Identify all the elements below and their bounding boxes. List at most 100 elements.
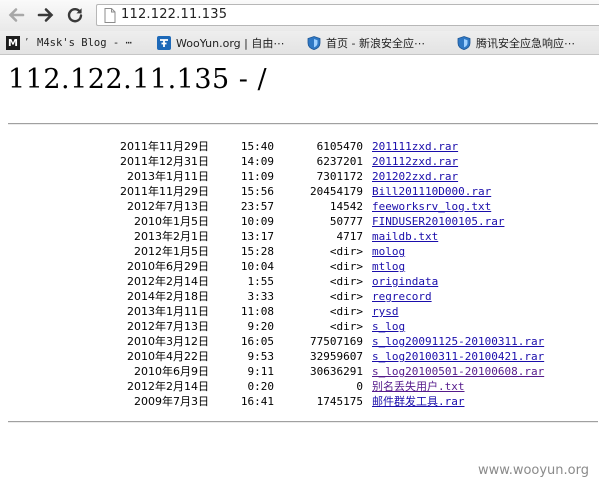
entry-link[interactable]: mtlog (372, 259, 405, 274)
entry-time: 15:56 (240, 185, 274, 198)
entry-link[interactable]: 201112zxd.rar (372, 154, 458, 169)
listing-row: 2010年6月29日 10:04 <dir> mtlog (0, 259, 599, 274)
back-arrow-icon (8, 8, 25, 22)
entry-size: 7301172 (316, 170, 363, 183)
m-site-icon: M (6, 36, 20, 50)
watermark: www.wooyun.org (477, 463, 589, 478)
entry-size: 32959607 (310, 350, 363, 363)
entry-size: 6237201 (316, 155, 363, 168)
back-button[interactable] (4, 3, 28, 27)
entry-size: 77507169 (310, 335, 363, 348)
listing-row: 2010年6月9日 9:11 30636291 s_log20100501-20100… (0, 364, 599, 379)
entry-link[interactable]: feeworksrv_log.txt (372, 199, 491, 214)
entry-date: 2010年3月12日 (127, 335, 209, 348)
entry-size: 1745175 (316, 395, 363, 408)
bookmark-sina-security[interactable]: 首页 - 新浪安全应⋯ (307, 35, 425, 51)
entry-time: 15:40 (240, 140, 274, 153)
entry-date: 2013年1月11日 (127, 170, 209, 183)
listing-row: 2011年11月29日 15:56 20454179 Bill201110D000.r… (0, 184, 599, 199)
entry-size: <dir> (329, 305, 363, 318)
entry-size: 14542 (329, 200, 363, 213)
entry-size: <dir> (329, 245, 363, 258)
entry-link[interactable]: maildb.txt (372, 229, 438, 244)
entry-date: 2010年4月22日 (127, 350, 209, 363)
reload-button[interactable] (63, 3, 87, 27)
entry-time: 11:09 (240, 170, 274, 183)
entry-size: <dir> (329, 275, 363, 288)
entry-date: 2012年2月14日 (127, 275, 209, 288)
reload-icon (67, 8, 83, 23)
entry-link[interactable]: 201111zxd.rar (372, 139, 458, 154)
listing-row: 2010年3月12日 16:05 77507169 s_log20091125-201… (0, 334, 599, 349)
shield-icon (457, 36, 471, 50)
bookmark-label: 腾讯安全应急响应⋯ (476, 37, 575, 50)
entry-date: 2011年11月29日 (120, 185, 209, 198)
listing-row: 2012年2月14日 1:55 <dir> origindata (0, 274, 599, 289)
listing-row: 2012年1月5日 15:28 <dir> molog (0, 244, 599, 259)
forward-arrow-icon (37, 8, 54, 22)
entry-size: 20454179 (310, 185, 363, 198)
entry-time: 15:28 (240, 245, 274, 258)
entry-link[interactable]: s_log20100501-20100608.rar (372, 364, 544, 379)
bookmark-m4sk-blog[interactable]: M ’ M4sk's Blog - ⋯ (6, 35, 132, 51)
entry-time: 16:05 (240, 335, 274, 348)
entry-link[interactable]: FINDUSER20100105.rar (372, 214, 504, 229)
bookmark-tencent-security[interactable]: 腾讯安全应急响应⋯ (457, 35, 575, 51)
entry-time: 1:55 (247, 275, 275, 288)
entry-date: 2012年7月13日 (127, 320, 209, 333)
listing-row: 2012年7月13日 23:57 14542 feeworksrv_log.txt (0, 199, 599, 214)
listing-row: 2014年2月18日 3:33 <dir> regrecord (0, 289, 599, 304)
page-title: 112.122.11.135 - / (8, 64, 268, 95)
entry-time: 13:17 (240, 230, 274, 243)
directory-listing: 2011年11月29日 15:40 6105470 201111zxd.rar 2011… (0, 139, 599, 409)
entry-date: 2009年7月3日 (134, 395, 209, 408)
listing-row: 2009年7月3日 16:41 1745175 邮件群发工具.rar (0, 394, 599, 409)
listing-row: 2012年2月14日 0:20 0 别名丢失用户.txt (0, 379, 599, 394)
entry-link[interactable]: s_log20100311-20100421.rar (372, 349, 544, 364)
entry-link[interactable]: rysd (372, 304, 399, 319)
entry-date: 2014年2月18日 (127, 290, 209, 303)
bookmark-label: M4sk's Blog - ⋯ (37, 37, 132, 49)
listing-row: 2010年1月5日 10:09 50777 FINDUSER20100105.rar (0, 214, 599, 229)
listing-row: 2012年7月13日 9:20 <dir> s_log (0, 319, 599, 334)
entry-time: 23:57 (240, 200, 274, 213)
entry-time: 10:09 (240, 215, 274, 228)
entry-link[interactable]: regrecord (372, 289, 432, 304)
entry-link[interactable]: origindata (372, 274, 438, 289)
entry-link[interactable]: s_log20091125-20100311.rar (372, 334, 544, 349)
entry-link[interactable]: Bill201110D000.rar (372, 184, 491, 199)
entry-link[interactable]: 别名丢失用户.txt (372, 379, 465, 394)
shield-icon (307, 36, 321, 50)
entry-link[interactable]: 201202zxd.rar (372, 169, 458, 184)
entry-time: 9:20 (247, 320, 275, 333)
forward-button[interactable] (34, 3, 58, 27)
entry-date: 2012年2月14日 (127, 380, 209, 393)
entry-time: 10:04 (240, 260, 274, 273)
listing-row: 2013年2月1日 13:17 4717 maildb.txt (0, 229, 599, 244)
entry-time: 14:09 (240, 155, 274, 168)
entry-date: 2012年7月13日 (127, 200, 209, 213)
bookmark-separator-icon: ’ (25, 36, 29, 49)
browser-toolbar: 112.122.11.135 (0, 0, 599, 31)
entry-date: 2013年2月1日 (134, 230, 209, 243)
address-bar[interactable]: 112.122.11.135 (96, 4, 599, 26)
entry-time: 3:33 (247, 290, 275, 303)
listing-row: 2011年11月29日 15:40 6105470 201111zxd.rar (0, 139, 599, 154)
listing-row: 2013年1月11日 11:09 7301172 201202zxd.rar (0, 169, 599, 184)
entry-size: <dir> (329, 320, 363, 333)
entry-size: 0 (356, 380, 363, 393)
entry-date: 2013年1月11日 (127, 305, 209, 318)
entry-time: 9:11 (247, 365, 275, 378)
page-icon (104, 8, 116, 23)
wooyun-icon (157, 36, 171, 50)
entry-link[interactable]: s_log (372, 319, 405, 334)
entry-size: 30636291 (310, 365, 363, 378)
listing-row: 2011年12月31日 14:09 6237201 201112zxd.rar (0, 154, 599, 169)
bookmarks-bar: M ’ M4sk's Blog - ⋯ WooYun.org | 自由⋯ 首页 … (0, 31, 599, 55)
entry-date: 2011年12月31日 (120, 155, 209, 168)
entry-time: 9:53 (247, 350, 275, 363)
entry-date: 2010年6月29日 (127, 260, 209, 273)
bookmark-wooyun[interactable]: WooYun.org | 自由⋯ (157, 35, 284, 51)
entry-link[interactable]: molog (372, 244, 405, 259)
entry-link[interactable]: 邮件群发工具.rar (372, 394, 465, 409)
